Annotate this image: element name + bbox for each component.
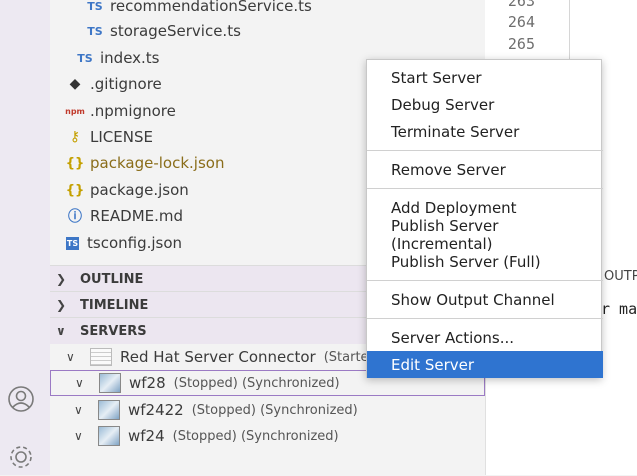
server-name: wf2422 (128, 401, 184, 419)
server-status: (Stopped) (Synchronized) (173, 375, 340, 391)
context-menu: Start Server Debug Server Terminate Serv… (366, 59, 603, 378)
line-number: 264 (507, 13, 535, 31)
file-name: README.md (90, 207, 184, 225)
server-row[interactable]: ∨ wf2422 (Stopped) (Synchronized) (50, 397, 485, 423)
connector-name: Red Hat Server Connector (120, 348, 316, 366)
git-icon: ◆ (69, 76, 81, 92)
server-name: wf24 (128, 427, 165, 445)
menu-item-show-output-channel[interactable]: Show Output Channel (367, 286, 603, 313)
chevron-down-icon: ∨ (74, 403, 83, 417)
server-icon (98, 426, 120, 446)
menu-item-terminate-server[interactable]: Terminate Server (367, 118, 603, 145)
chevron-down-icon: ∨ (74, 429, 83, 443)
chevron-down-icon: ∨ (75, 376, 84, 390)
file-item[interactable]: TS storageService.ts (50, 18, 485, 44)
chevron-right-icon: ❯ (56, 272, 67, 286)
menu-item-start-server[interactable]: Start Server (367, 64, 603, 91)
menu-item-publish-full[interactable]: Publish Server (Full) (367, 248, 603, 275)
panel-text: r ma (601, 300, 637, 318)
section-title: SERVERS (80, 323, 147, 339)
json-icon: {} (65, 155, 85, 171)
file-name: LICENSE (90, 128, 153, 146)
gear-icon[interactable] (6, 442, 36, 472)
file-item[interactable]: TS recommendationService.ts (50, 0, 485, 19)
file-name: storageService.ts (110, 22, 241, 40)
account-icon[interactable] (6, 384, 36, 414)
menu-item-edit-server[interactable]: Edit Server (367, 351, 603, 378)
license-icon: ⚷ (69, 129, 81, 145)
file-name: index.ts (100, 49, 160, 67)
menu-item-server-actions[interactable]: Server Actions... (367, 324, 603, 351)
menu-separator (367, 150, 603, 151)
menu-item-publish-incremental[interactable]: Publish Server (Incremental) (367, 217, 603, 253)
panel-tab-output[interactable]: OUTP (604, 269, 637, 284)
file-name: .npmignore (90, 102, 176, 120)
chevron-down-icon: ∨ (66, 350, 75, 364)
server-status: (Stopped) (Synchronized) (172, 428, 339, 444)
server-icon (98, 400, 120, 420)
server-icon (99, 373, 121, 393)
chevron-down-icon: ∨ (56, 324, 66, 338)
menu-item-debug-server[interactable]: Debug Server (367, 91, 603, 118)
file-name: recommendationService.ts (110, 0, 312, 15)
menu-separator (367, 318, 603, 319)
activity-bar (0, 0, 50, 475)
connector-icon (90, 348, 112, 366)
typescript-icon: TS (87, 24, 103, 38)
ts-config-icon: TS (66, 236, 79, 250)
line-number: 263 (507, 0, 535, 10)
section-title: OUTLINE (80, 271, 144, 287)
npm-icon: npm (65, 106, 85, 116)
typescript-icon: TS (87, 0, 103, 13)
file-name: .gitignore (90, 75, 162, 93)
menu-separator (367, 280, 603, 281)
line-number: 265 (507, 35, 535, 53)
chevron-right-icon: ❯ (56, 298, 67, 312)
server-row[interactable]: ∨ wf24 (Stopped) (Synchronized) (50, 423, 485, 449)
json-icon: {} (65, 182, 85, 198)
section-title: TIMELINE (80, 297, 149, 313)
server-name: wf28 (129, 374, 166, 392)
info-icon: ⓘ (68, 209, 82, 225)
menu-separator (367, 188, 603, 189)
file-name: package-lock.json (90, 154, 225, 172)
file-name: package.json (90, 181, 189, 199)
typescript-icon: TS (77, 51, 93, 65)
menu-item-remove-server[interactable]: Remove Server (367, 156, 603, 183)
file-name: tsconfig.json (87, 234, 183, 252)
server-status: (Stopped) (Synchronized) (191, 402, 358, 418)
